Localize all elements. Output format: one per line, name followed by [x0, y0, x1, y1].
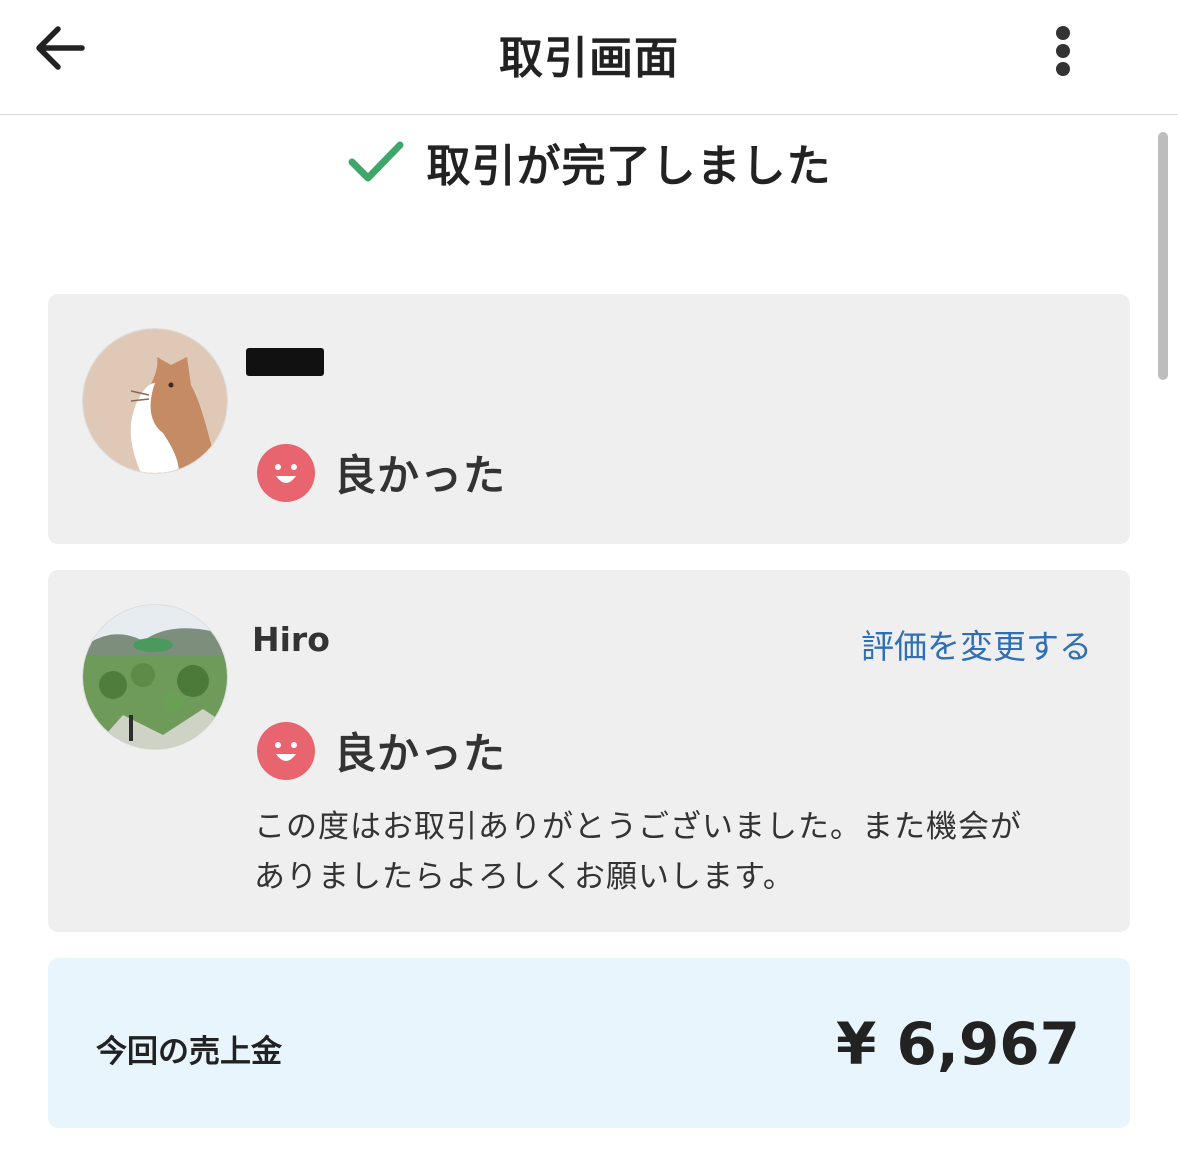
review-card: 良かった [48, 294, 1130, 544]
review-card: Hiro 評価を変更する 良かった この度はお取引ありがとうございました。また機… [48, 570, 1130, 932]
comment-line: この度はお取引ありがとうございました。また機会が [254, 809, 1022, 845]
cat-avatar-image [83, 329, 227, 473]
review-comment: この度はお取引ありがとうございました。また機会が ありましたらよろしくお願いしま… [254, 802, 1084, 902]
more-vertical-icon [1056, 26, 1070, 40]
page-title: 取引画面 [499, 33, 679, 84]
sales-amount: ¥ 6,967 [835, 1010, 1080, 1078]
landscape-avatar-image [83, 605, 227, 749]
smile-face-icon [257, 443, 315, 502]
check-icon [348, 141, 403, 182]
transaction-status: 取引が完了しました [0, 130, 1178, 194]
avatar[interactable] [82, 604, 228, 750]
rating: 良かった [256, 442, 506, 503]
avatar[interactable] [82, 328, 228, 474]
rating: 良かった [256, 720, 506, 781]
sales-summary: 今回の売上金 ¥ 6,967 [48, 958, 1130, 1128]
username: Hiro [252, 620, 330, 659]
more-menu-button[interactable] [1040, 20, 1088, 80]
smile-face-icon [257, 721, 315, 780]
sales-label: 今回の売上金 [96, 1034, 282, 1070]
rating-label: 良かった [334, 451, 507, 500]
status-text: 取引が完了しました [426, 141, 832, 192]
change-rating-link[interactable]: 評価を変更する [861, 620, 1092, 668]
redacted-username [246, 348, 324, 376]
app-header: 取引画面 [0, 0, 1178, 115]
rating-label: 良かった [334, 729, 507, 778]
comment-line: ありましたらよろしくお願いします。 [254, 859, 795, 895]
